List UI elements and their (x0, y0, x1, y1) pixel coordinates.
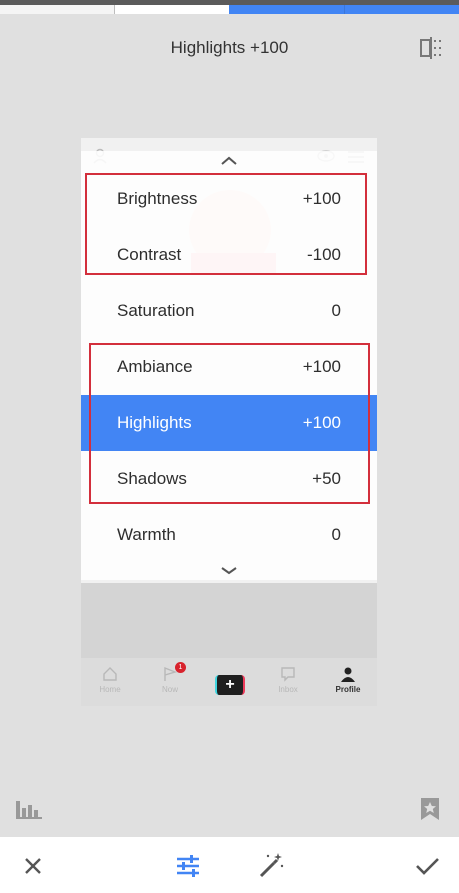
close-icon[interactable] (18, 851, 48, 881)
status-segment-4 (345, 5, 459, 14)
adjust-item-value: 0 (331, 301, 341, 320)
split-compare-icon[interactable] (419, 37, 443, 59)
adjust-item-warmth[interactable]: Warmth 0 (81, 507, 377, 563)
chevron-up-icon[interactable] (81, 153, 377, 167)
page-title: Highlights +100 (170, 38, 289, 57)
nav-inbox-label: Inbox (278, 685, 298, 694)
status-segment-2 (115, 5, 229, 14)
nav-now: 1 Now (145, 662, 195, 694)
annotation-box-bottom (89, 343, 370, 504)
histogram-icon[interactable] (16, 799, 42, 819)
status-segment-1 (0, 5, 114, 14)
adjust-item-saturation[interactable]: Saturation 0 (81, 283, 377, 339)
magic-wand-icon[interactable] (256, 851, 286, 881)
nav-inbox: Inbox (263, 666, 313, 694)
status-strip (0, 0, 459, 14)
nav-profile-label: Profile (335, 685, 361, 694)
nav-now-label: Now (161, 685, 178, 694)
chevron-down-icon[interactable] (81, 564, 377, 578)
annotation-box-top (85, 173, 367, 275)
bottom-toolbar (0, 837, 459, 893)
adjust-item-label: Warmth (117, 525, 176, 544)
nav-home: Home (85, 666, 135, 694)
bookmark-star-icon[interactable] (420, 797, 440, 821)
adjust-item-value: 0 (331, 525, 341, 544)
sliders-icon[interactable] (173, 851, 203, 881)
create-plus-icon: + (215, 675, 245, 695)
status-segment-3 (229, 5, 344, 14)
home-icon (103, 667, 117, 681)
inbox-icon (281, 667, 295, 682)
nav-home-label: Home (99, 685, 121, 694)
notification-badge: 1 (175, 662, 186, 673)
adjust-item-label: Saturation (117, 301, 195, 320)
check-icon[interactable] (412, 851, 442, 881)
profile-icon (341, 667, 355, 682)
nav-profile: Profile (323, 666, 373, 694)
